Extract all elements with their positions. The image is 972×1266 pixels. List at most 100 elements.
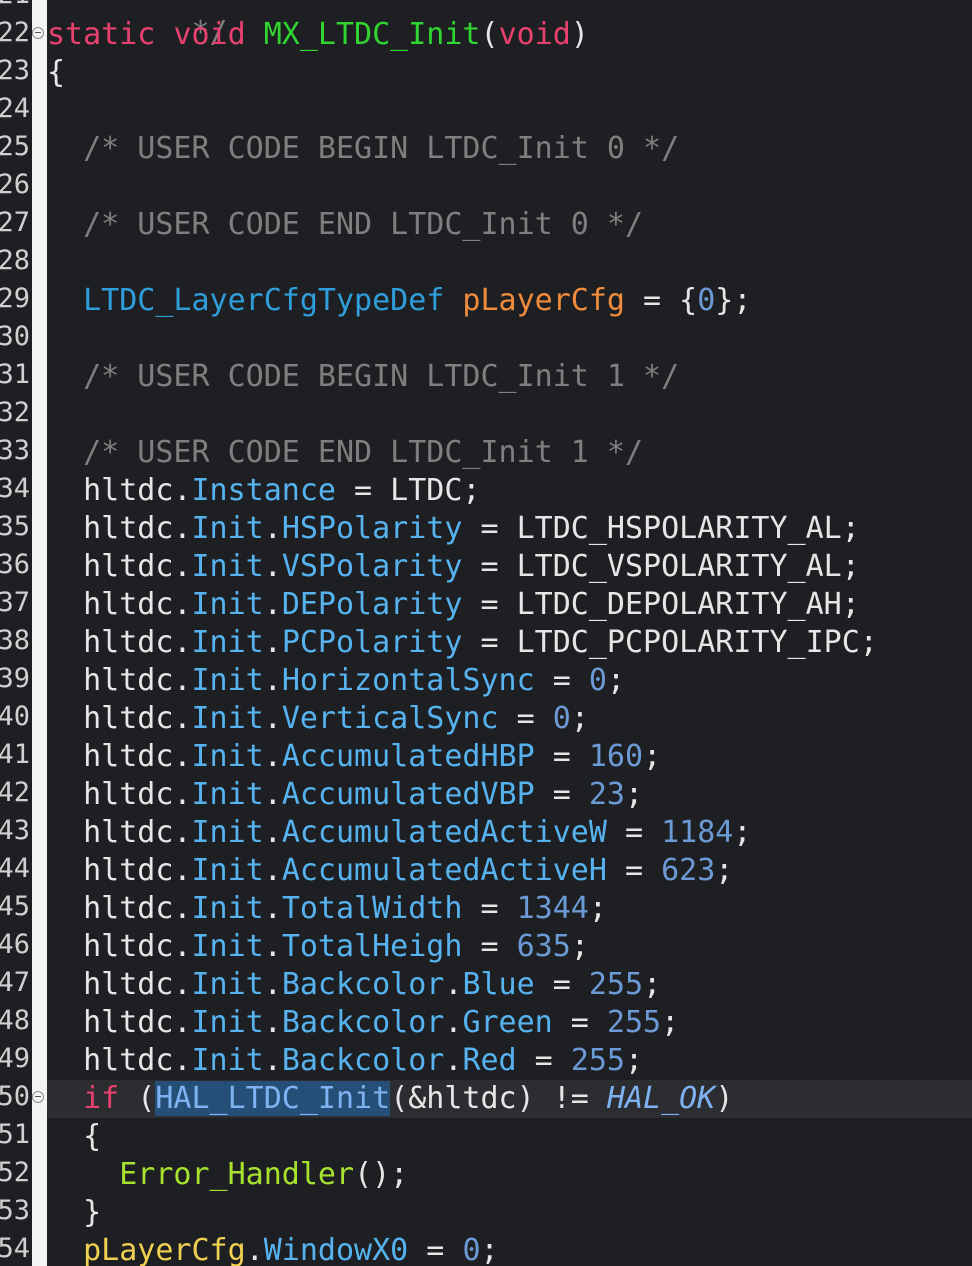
line-number-40: 40 xyxy=(0,698,32,736)
number-value: 623 xyxy=(661,853,716,888)
code-line-27[interactable]: /* USER CODE END LTDC_Init 0 */ xyxy=(47,206,972,244)
field-pcpolarity[interactable]: PCPolarity xyxy=(282,625,463,660)
field-init[interactable]: Init xyxy=(192,663,264,698)
field-init[interactable]: Init xyxy=(192,853,264,888)
fold-collapse-icon[interactable] xyxy=(32,27,44,39)
code-line-23[interactable]: { xyxy=(47,54,972,92)
number-zero: 0 xyxy=(697,283,716,318)
object-hltdc: hltdc. xyxy=(83,511,192,546)
field-instance[interactable]: Instance xyxy=(192,473,337,508)
field-init[interactable]: Init xyxy=(192,739,264,774)
code-area[interactable]: */ static void MX_LTDC_Init(void) { /* U… xyxy=(47,0,972,1266)
code-line-42[interactable]: hltdc.Init.AccumulatedVBP = 23; xyxy=(47,776,972,814)
code-line-48[interactable]: hltdc.Init.Backcolor.Green = 255; xyxy=(47,1004,972,1042)
field-init[interactable]: Init xyxy=(192,549,264,584)
comment-user-code-end-1: /* USER CODE END LTDC_Init 1 */ xyxy=(83,435,644,470)
field-totalwidth[interactable]: TotalWidth xyxy=(282,891,463,926)
var-playercfg-ref[interactable]: pLayerCfg xyxy=(83,1233,246,1266)
line-number-25: 25 xyxy=(0,128,32,166)
code-line-44[interactable]: hltdc.Init.AccumulatedActiveH = 623; xyxy=(47,852,972,890)
code-line-33[interactable]: /* USER CODE END LTDC_Init 1 */ xyxy=(47,434,972,472)
code-line-25[interactable]: /* USER CODE BEGIN LTDC_Init 0 */ xyxy=(47,130,972,168)
code-editor[interactable]: 21 22 23 24 25 26 27 28 29 30 31 32 33 34 35 36 37 38 39 40… xyxy=(0,0,972,1266)
number-zero: 0 xyxy=(462,1233,481,1266)
field-init[interactable]: Init xyxy=(192,701,264,736)
field-accumulatedvbp[interactable]: AccumulatedVBP xyxy=(282,777,535,812)
paren-close: ) xyxy=(570,17,589,52)
field-windowx0[interactable]: WindowX0 xyxy=(264,1233,409,1266)
code-line-37[interactable]: hltdc.Init.DEPolarity = LTDC_DEPOLARITY_… xyxy=(47,586,972,624)
field-backcolor[interactable]: Backcolor xyxy=(282,1005,445,1040)
code-line-31[interactable]: /* USER CODE BEGIN LTDC_Init 1 */ xyxy=(47,358,972,396)
field-red[interactable]: Red xyxy=(462,1043,516,1078)
line-number-50: 50 xyxy=(0,1078,32,1116)
field-blue[interactable]: Blue xyxy=(462,967,534,1002)
call-error-handler[interactable]: Error_Handler xyxy=(119,1157,354,1192)
code-line-39[interactable]: hltdc.Init.HorizontalSync = 0; xyxy=(47,662,972,700)
code-line-22[interactable]: static void MX_LTDC_Init(void) xyxy=(47,16,972,54)
field-totalheigh[interactable]: TotalHeigh xyxy=(282,929,463,964)
code-line-36[interactable]: hltdc.Init.VSPolarity = LTDC_VSPOLARITY_… xyxy=(47,548,972,586)
code-line-49[interactable]: hltdc.Init.Backcolor.Red = 255; xyxy=(47,1042,972,1080)
field-init[interactable]: Init xyxy=(192,891,264,926)
field-init[interactable]: Init xyxy=(192,815,264,850)
field-vspolarity[interactable]: VSPolarity xyxy=(282,549,463,584)
field-init[interactable]: Init xyxy=(192,1005,264,1040)
line-number-text: 53 xyxy=(0,1195,30,1226)
code-line-34[interactable]: hltdc.Instance = LTDC; xyxy=(47,472,972,510)
type-ltdc-layercfg[interactable]: LTDC_LayerCfgTypeDef xyxy=(83,283,444,318)
code-line-41[interactable]: hltdc.Init.AccumulatedHBP = 160; xyxy=(47,738,972,776)
var-playercfg[interactable]: pLayerCfg xyxy=(462,283,625,318)
object-hltdc: hltdc. xyxy=(83,701,192,736)
field-backcolor[interactable]: Backcolor xyxy=(282,967,445,1002)
line-number-44: 44 xyxy=(0,850,32,888)
field-depolarity[interactable]: DEPolarity xyxy=(282,587,463,622)
code-line-51[interactable]: { xyxy=(47,1118,972,1156)
field-hspolarity[interactable]: HSPolarity xyxy=(282,511,463,546)
field-init[interactable]: Init xyxy=(192,777,264,812)
macro-hal-ok[interactable]: HAL_OK xyxy=(607,1081,715,1116)
code-line-53[interactable]: } xyxy=(47,1194,972,1232)
line-number-text: 41 xyxy=(0,739,30,770)
code-line-29[interactable]: LTDC_LayerCfgTypeDef pLayerCfg = {0}; xyxy=(47,282,972,320)
code-line-40[interactable]: hltdc.Init.VerticalSync = 0; xyxy=(47,700,972,738)
field-accumulatedactiveh[interactable]: AccumulatedActiveH xyxy=(282,853,607,888)
code-line-45[interactable]: hltdc.Init.TotalWidth = 1344; xyxy=(47,890,972,928)
code-line-35[interactable]: hltdc.Init.HSPolarity = LTDC_HSPOLARITY_… xyxy=(47,510,972,548)
number-value: 255 xyxy=(606,1005,662,1040)
line-number-45: 45 xyxy=(0,888,32,926)
field-init[interactable]: Init xyxy=(192,587,264,622)
fold-collapse-icon[interactable] xyxy=(32,1091,44,1103)
field-accumulatedactivew[interactable]: AccumulatedActiveW xyxy=(282,815,607,850)
field-verticalsync[interactable]: VerticalSync xyxy=(282,701,499,736)
code-line-38[interactable]: hltdc.Init.PCPolarity = LTDC_PCPOLARITY_… xyxy=(47,624,972,662)
field-init[interactable]: Init xyxy=(192,625,264,660)
number-value: 1184 xyxy=(661,815,734,850)
assign-op: = xyxy=(408,1233,463,1266)
macro-value: LTDC_HSPOLARITY_AL xyxy=(516,511,842,546)
line-number-text: 31 xyxy=(0,359,30,390)
field-init[interactable]: Init xyxy=(192,929,264,964)
code-line-52[interactable]: Error_Handler(); xyxy=(47,1156,972,1194)
code-line-50[interactable]: if (HAL_LTDC_Init(&hltdc) != HAL_OK) xyxy=(47,1080,972,1118)
code-line-43[interactable]: hltdc.Init.AccumulatedActiveW = 1184; xyxy=(47,814,972,852)
field-green[interactable]: Green xyxy=(462,1005,552,1040)
line-number-text: 50 xyxy=(0,1081,30,1112)
object-hltdc: hltdc. xyxy=(83,777,192,812)
code-line-21[interactable]: */ xyxy=(47,0,972,50)
number-value: 255 xyxy=(570,1043,625,1078)
function-name[interactable]: MX_LTDC_Init xyxy=(264,17,481,52)
object-hltdc: hltdc. xyxy=(83,891,192,926)
field-init[interactable]: Init xyxy=(192,1043,264,1078)
code-line-46[interactable]: hltdc.Init.TotalHeigh = 635; xyxy=(47,928,972,966)
object-hltdc: hltdc. xyxy=(83,473,192,508)
field-accumulatedhbp[interactable]: AccumulatedHBP xyxy=(282,739,535,774)
field-init[interactable]: Init xyxy=(192,967,264,1002)
code-line-47[interactable]: hltdc.Init.Backcolor.Blue = 255; xyxy=(47,966,972,1004)
code-line-54[interactable]: pLayerCfg.WindowX0 = 0; xyxy=(47,1232,972,1266)
field-backcolor[interactable]: Backcolor xyxy=(282,1043,445,1078)
line-number-32: 32 xyxy=(0,394,32,432)
field-init[interactable]: Init xyxy=(192,511,264,546)
selected-hal-ltdc-init[interactable]: HAL_LTDC_Init xyxy=(155,1081,391,1116)
field-horizontalsync[interactable]: HorizontalSync xyxy=(282,663,535,698)
